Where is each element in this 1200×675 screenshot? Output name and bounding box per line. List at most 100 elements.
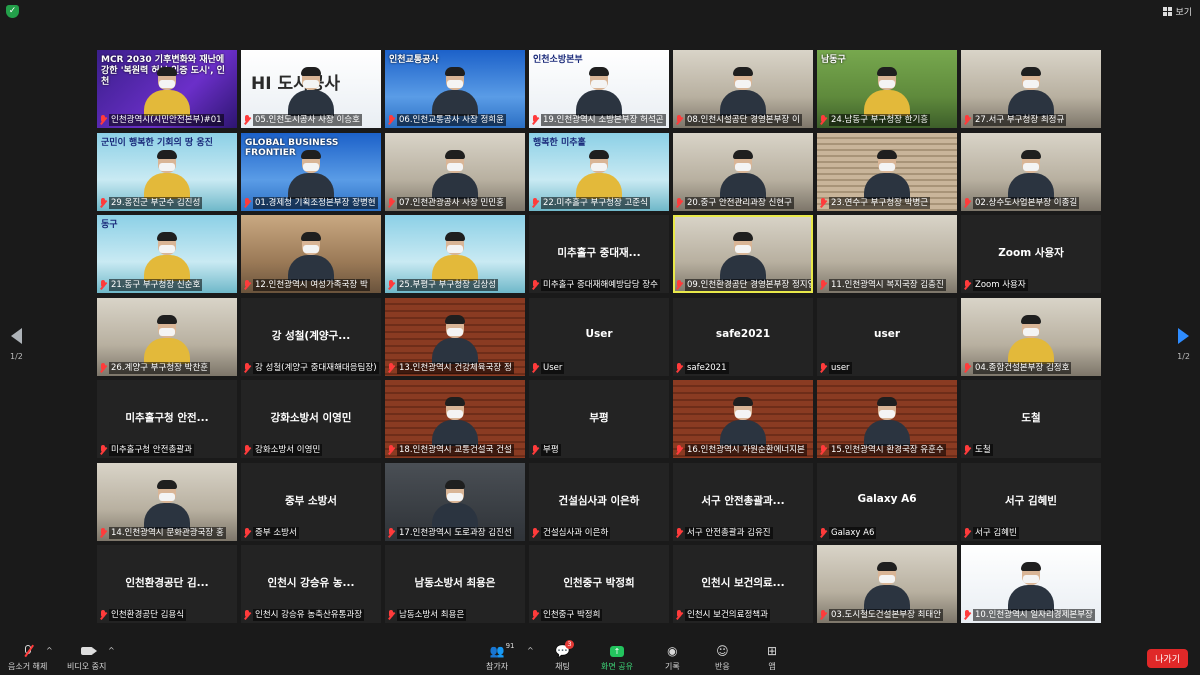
participant-tile[interactable]: 03.도시철도건설본부장 최태안: [817, 545, 957, 623]
participant-tile[interactable]: 04.종합건설본부장 김정호: [961, 297, 1101, 376]
microphone-muted-icon: [387, 445, 395, 455]
participant-tile[interactable]: 도철 도철: [961, 380, 1101, 458]
participant-tile[interactable]: 남동구 24.남동구 부구청장 한기흥: [817, 50, 957, 128]
participant-tile[interactable]: 중부 소방서 중부 소방서: [241, 462, 381, 541]
participant-tile[interactable]: 군민이 행복한 기회의 땅 옹진 29.옹진군 부군수 김진성: [97, 132, 237, 211]
participant-tile[interactable]: 강 성철(계양구... 강 성철(계양구 중대재해대응팀장): [241, 297, 381, 376]
participant-name: 03.도시철도건설본부장 최태안: [829, 609, 944, 621]
participant-tile[interactable]: 부평 부평: [529, 380, 669, 458]
participant-name: 23.연수구 부구청장 박병근: [829, 196, 931, 209]
participant-tile[interactable]: 26.계양구 부구청장 박찬훈: [97, 297, 237, 376]
microphone-muted-icon: [675, 445, 683, 455]
microphone-muted-icon: [531, 362, 539, 373]
participant-tile[interactable]: 13.인천광역시 건강체육국장 정: [385, 297, 525, 376]
chat-button[interactable]: 💬 3 채팅: [555, 640, 574, 672]
leave-meeting-button[interactable]: 나가기: [1147, 649, 1188, 668]
participant-tile[interactable]: HI 도시공사 05.인천도시공사 사장 이승호: [241, 50, 381, 128]
video-background-text: 동구: [101, 220, 118, 230]
microphone-muted-icon: [819, 362, 827, 373]
participant-tile[interactable]: 27.서구 부구청장 최정규: [961, 50, 1101, 128]
next-page-button[interactable]: 1/2: [1177, 328, 1190, 361]
apps-button[interactable]: ⊞ 앱: [767, 644, 777, 672]
participant-name-label: 23.연수구 부구청장 박병근: [819, 196, 955, 209]
participant-display-name: safe2021: [715, 327, 771, 340]
microphone-muted-icon: [243, 445, 251, 455]
participant-tile[interactable]: 17.인천광역시 도로과장 김진선: [385, 462, 525, 541]
participant-tile[interactable]: 09.인천환경공단 경영본부장 정지열: [673, 215, 813, 293]
participant-tile[interactable]: 16.인천광역시 자원순환에너지본: [673, 380, 813, 458]
participant-display-name: 인천환경공단 김...: [125, 577, 209, 589]
participant-tile[interactable]: 미추홀구청 안전... 미추홀구청 안전총괄과: [97, 380, 237, 458]
microphone-muted-icon: [819, 527, 827, 538]
participants-button[interactable]: 👥 91 참가자: [486, 642, 514, 672]
unmute-button[interactable]: 음소거 해제: [8, 644, 47, 672]
record-button[interactable]: ◉ 기록: [665, 644, 680, 672]
participant-tile[interactable]: GLOBAL BUSINESS FRONTIER 01.경제청 기획조정본부장 장…: [241, 132, 381, 211]
participant-tile[interactable]: Galaxy A6 Galaxy A6: [817, 462, 957, 541]
participant-video-figure: [864, 67, 910, 116]
audio-options-caret-icon[interactable]: ^: [46, 646, 53, 655]
participant-display-name: 인천중구 박정희: [563, 577, 635, 589]
participant-name-label: User: [531, 361, 667, 374]
participant-video-figure: [576, 149, 622, 199]
participant-name-label: 05.인천도시공사 사장 이승호: [243, 114, 379, 126]
participant-video-figure: [864, 397, 910, 446]
participant-tile[interactable]: 미추홀구 중대재... 미추홀구 중대재해예방담당 장수: [529, 215, 669, 293]
video-background-text: 군민이 행복한 기회의 땅 옹진: [101, 137, 213, 148]
previous-page-button[interactable]: 1/2: [10, 328, 23, 361]
participant-tile[interactable]: 20.중구 안전관리과장 신현구: [673, 132, 813, 211]
apps-icon: ⊞: [767, 644, 778, 658]
participant-tile[interactable]: 강화소방서 이영민 강화소방서 이영민: [241, 380, 381, 458]
participant-name: 12.인천광역시 여성가족국장 박: [253, 279, 370, 291]
participant-tile[interactable]: 인천중구 박정희 인천중구 박정희: [529, 545, 669, 623]
participant-tile[interactable]: 인천소방본부 19.인천광역시 소방본부장 허석곤: [529, 50, 669, 128]
view-button[interactable]: 보기: [1163, 5, 1192, 18]
participant-tile[interactable]: 23.연수구 부구청장 박병근: [817, 132, 957, 211]
participant-tile[interactable]: 행복한 미추홀 22.미추홀구 부구청장 고준식: [529, 132, 669, 211]
top-bar: ✓ 보기: [0, 0, 1200, 24]
participant-tile[interactable]: 인천교통공사 06.인천교통공사 사장 정희윤: [385, 50, 525, 128]
participant-video-figure: [432, 232, 478, 281]
participant-tile[interactable]: 08.인천시설공단 경영본부장 이: [673, 50, 813, 128]
participant-tile[interactable]: 남동소방서 최용은 남동소방서 최용은: [385, 545, 525, 623]
participant-tile[interactable]: MCR 2030 기후변화와 재난에 강한 '복원력 허브 인증 도시', 인천…: [97, 50, 237, 128]
participant-tile[interactable]: 15.인천광역시 환경국장 유훈수: [817, 380, 957, 458]
participant-tile[interactable]: 25.부평구 부구청장 김상성: [385, 215, 525, 293]
stop-video-button[interactable]: 비디오 중지: [67, 644, 106, 672]
participant-name-label: 18.인천광역시 교통건설국 건설: [387, 444, 523, 456]
participant-tile[interactable]: User User: [529, 297, 669, 376]
encryption-shield-icon[interactable]: ✓: [6, 5, 19, 18]
participant-tile[interactable]: 동구 21.동구 부구청장 신순호: [97, 215, 237, 293]
microphone-muted-icon: [99, 197, 107, 208]
microphone-muted-icon: [963, 362, 971, 373]
participant-tile[interactable]: 서구 김혜빈 서구 김혜빈: [961, 462, 1101, 541]
participant-tile[interactable]: 14.인천광역시 문화관광국장 홍: [97, 462, 237, 541]
participant-tile[interactable]: 인천환경공단 김... 인천환경공단 김용식: [97, 545, 237, 623]
participants-options-caret-icon[interactable]: ^: [527, 646, 534, 655]
reactions-button[interactable]: ☺ 반응: [715, 644, 730, 672]
participant-name: 24.남동구 부구청장 한기흥: [829, 114, 931, 126]
participant-name: 미추홀구청 안전총괄과: [109, 444, 194, 456]
participant-tile[interactable]: 인천시 보건의료... 인천시 보건의료정책과: [673, 545, 813, 623]
microphone-muted-icon: [99, 280, 107, 290]
page-indicator-right: 1/2: [1177, 352, 1190, 361]
participant-tile[interactable]: 11.인천광역시 복지국장 김충진: [817, 215, 957, 293]
participant-tile[interactable]: 10.인천광역시 일자리경제본부장: [961, 545, 1101, 623]
microphone-muted-icon: [99, 362, 107, 373]
participant-tile[interactable]: 18.인천광역시 교통건설국 건설: [385, 380, 525, 458]
participant-tile[interactable]: user user: [817, 297, 957, 376]
share-screen-button[interactable]: ↑ 화면 공유: [601, 644, 633, 672]
participant-name-label: 13.인천광역시 건강체육국장 정: [387, 361, 523, 374]
participant-tile[interactable]: 인천시 강승유 농... 인천시 강승유 농축산유통과장: [241, 545, 381, 623]
participant-tile[interactable]: Zoom 사용자 Zoom 사용자: [961, 215, 1101, 293]
participant-tile[interactable]: 12.인천광역시 여성가족국장 박: [241, 215, 381, 293]
participant-name-label: 11.인천광역시 복지국장 김충진: [819, 279, 955, 291]
participant-tile[interactable]: 건설심사과 이은하 건설심사과 이은하: [529, 462, 669, 541]
participant-name: 06.인천교통공사 사장 정희윤: [397, 114, 506, 126]
participant-tile[interactable]: safe2021 safe2021: [673, 297, 813, 376]
participant-video-figure: [144, 479, 190, 529]
participant-tile[interactable]: 07.인천관광공사 사장 민민홍: [385, 132, 525, 211]
participant-tile[interactable]: 서구 안전총괄과... 서구 안전총괄과 김유진: [673, 462, 813, 541]
participant-tile[interactable]: 02.상수도사업본부장 이종길: [961, 132, 1101, 211]
video-options-caret-icon[interactable]: ^: [108, 646, 115, 655]
